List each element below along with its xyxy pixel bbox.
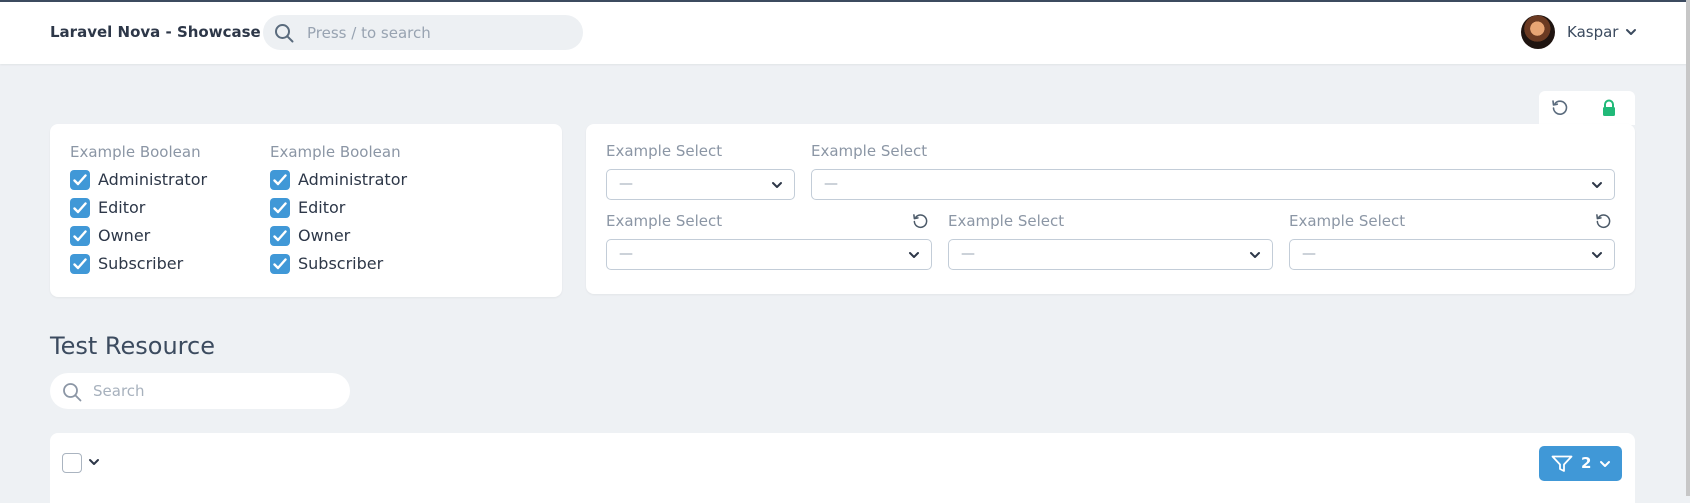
checkbox-label: Administrator: [298, 170, 408, 189]
checkbox-administrator[interactable]: Administrator: [70, 169, 260, 191]
checkbox-label: Owner: [298, 226, 351, 245]
app-title[interactable]: Laravel Nova - Showcase: [50, 23, 261, 41]
top-navbar: Laravel Nova - Showcase Kaspar: [0, 0, 1690, 64]
checkbox-subscriber[interactable]: Subscriber: [270, 253, 460, 275]
select-label: Example Select: [606, 212, 723, 230]
checkbox-label: Administrator: [98, 170, 208, 189]
select-value: —: [619, 246, 633, 262]
global-search[interactable]: [263, 15, 583, 50]
check-icon: [73, 174, 87, 186]
select-label: Example Select: [811, 142, 928, 160]
example-select-1[interactable]: —: [606, 169, 795, 200]
select-label: Example Select: [948, 212, 1065, 230]
checkbox-subscriber[interactable]: Subscriber: [70, 253, 260, 275]
boolean-label: Example Boolean: [270, 143, 401, 161]
chevron-down-icon: [1600, 461, 1610, 467]
checkbox-label: Subscriber: [298, 254, 384, 273]
search-icon: [275, 24, 294, 43]
select-label: Example Select: [1289, 212, 1406, 230]
reset-icon[interactable]: [1595, 213, 1612, 230]
resource-search[interactable]: [50, 373, 350, 409]
select-value: —: [1302, 246, 1316, 262]
checkbox-label: Editor: [98, 198, 146, 217]
user-menu[interactable]: Kaspar: [1521, 15, 1641, 49]
check-icon: [73, 230, 87, 242]
select-label: Example Select: [606, 142, 723, 160]
resource-table-toolbar: 2: [50, 433, 1635, 503]
check-icon: [73, 202, 87, 214]
scrollbar[interactable]: [1686, 0, 1690, 496]
checkbox-label: Subscriber: [98, 254, 184, 273]
check-icon: [273, 230, 287, 242]
boolean-group-2: Example Boolean Administrator Editor Own…: [270, 143, 460, 283]
checkbox-administrator[interactable]: Administrator: [270, 169, 460, 191]
checkbox-checked[interactable]: [270, 226, 290, 246]
lock-icon[interactable]: [1601, 99, 1617, 117]
checkbox-owner[interactable]: Owner: [270, 225, 460, 247]
checkbox-checked[interactable]: [70, 226, 90, 246]
boolean-label: Example Boolean: [70, 143, 201, 161]
chevron-down-icon: [1250, 252, 1260, 258]
check-icon: [273, 202, 287, 214]
avatar: [1521, 15, 1555, 49]
check-icon: [73, 258, 87, 270]
resource-search-input[interactable]: [93, 373, 333, 409]
checkbox-checked[interactable]: [270, 254, 290, 274]
search-icon: [63, 383, 82, 402]
select-value: —: [619, 176, 633, 192]
checkbox-owner[interactable]: Owner: [70, 225, 260, 247]
chevron-down-icon: [1626, 29, 1636, 35]
checkbox-editor[interactable]: Editor: [270, 197, 460, 219]
checkbox-checked[interactable]: [270, 170, 290, 190]
user-name: Kaspar: [1567, 23, 1619, 41]
boolean-group-1: Example Boolean Administrator Editor Own…: [70, 143, 260, 283]
select-all-checkbox[interactable]: [62, 453, 82, 473]
select-value: —: [824, 176, 838, 192]
select-value: —: [961, 246, 975, 262]
card-tools: [1539, 91, 1635, 125]
checkbox-checked[interactable]: [70, 254, 90, 274]
checkbox-editor[interactable]: Editor: [70, 197, 260, 219]
chevron-down-icon: [1592, 252, 1602, 258]
filter-button[interactable]: 2: [1539, 446, 1622, 481]
filter-icon: [1551, 455, 1573, 472]
global-search-input[interactable]: [307, 15, 567, 50]
resource-title: Test Resource: [50, 332, 215, 360]
select-card: Example Select — Example Select — Exampl…: [586, 124, 1635, 294]
chevron-down-icon: [909, 252, 919, 258]
chevron-down-icon[interactable]: [88, 457, 100, 467]
filter-count: 2: [1581, 454, 1592, 472]
checkbox-label: Owner: [98, 226, 151, 245]
example-select-3[interactable]: —: [606, 239, 932, 270]
check-icon: [273, 174, 287, 186]
checkbox-checked[interactable]: [270, 198, 290, 218]
example-select-4[interactable]: —: [948, 239, 1273, 270]
chevron-down-icon: [772, 182, 782, 188]
reset-icon[interactable]: [912, 213, 929, 230]
check-icon: [273, 258, 287, 270]
checkbox-checked[interactable]: [70, 170, 90, 190]
example-select-2[interactable]: —: [811, 169, 1615, 200]
checkbox-checked[interactable]: [70, 198, 90, 218]
reset-icon[interactable]: [1551, 99, 1569, 117]
checkbox-label: Editor: [298, 198, 346, 217]
example-select-5[interactable]: —: [1289, 239, 1615, 270]
boolean-card: Example Boolean Administrator Editor Own…: [50, 124, 562, 297]
chevron-down-icon: [1592, 182, 1602, 188]
